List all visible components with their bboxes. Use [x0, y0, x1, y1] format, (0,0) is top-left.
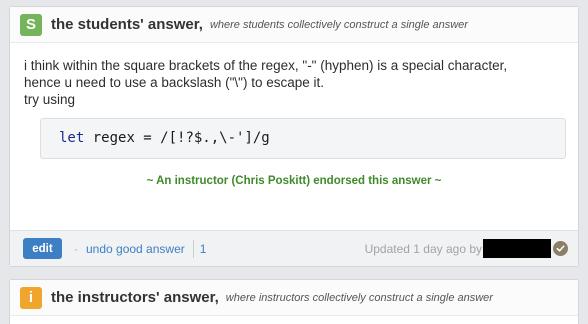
students-answer-card: S the students' answer, where students c…	[9, 6, 579, 267]
updated-timestamp: Updated 1 day ago by	[364, 241, 482, 256]
code-keyword: let	[59, 130, 85, 146]
instructors-answer-header: i the instructors' answer, where instruc…	[10, 280, 578, 316]
divider	[192, 239, 194, 258]
students-answer-header: S the students' answer, where students c…	[10, 7, 578, 43]
students-badge-icon: S	[20, 13, 42, 36]
code-text: regex = /[!?$.,\-']/g	[84, 130, 270, 146]
good-answer-count[interactable]: 1	[200, 242, 207, 256]
instructors-answer-title: the instructors' answer,	[51, 289, 219, 306]
undo-good-answer-link[interactable]: undo good answer	[86, 242, 185, 256]
instructors-answer-card: i the instructors' answer, where instruc…	[9, 279, 579, 324]
instructors-badge-icon: i	[20, 286, 42, 309]
students-answer-title: the students' answer,	[51, 16, 203, 33]
answer-text-line: hence u need to use a backslash ("\") to…	[24, 75, 325, 90]
check-circle-icon	[553, 241, 568, 256]
answer-footer: edit · undo good answer 1 Updated 1 day …	[10, 230, 578, 266]
redacted-author-name	[483, 239, 551, 258]
students-answer-subtitle: where students collectively construct a …	[209, 18, 468, 31]
separator-dot: ·	[74, 241, 78, 256]
answer-text-line: try using	[24, 92, 76, 107]
answer-body: i think within the square brackets of th…	[10, 43, 578, 190]
code-block: let regex = /[!?$.,\-']/g	[40, 118, 566, 159]
answer-text-line: i think within the square brackets of th…	[24, 58, 508, 73]
instructors-answer-subtitle: where instructors collectively construct…	[225, 291, 493, 304]
edit-button[interactable]: edit	[23, 238, 62, 259]
endorsement-note: ~ An instructor (Chris Poskitt) endorsed…	[146, 175, 442, 187]
